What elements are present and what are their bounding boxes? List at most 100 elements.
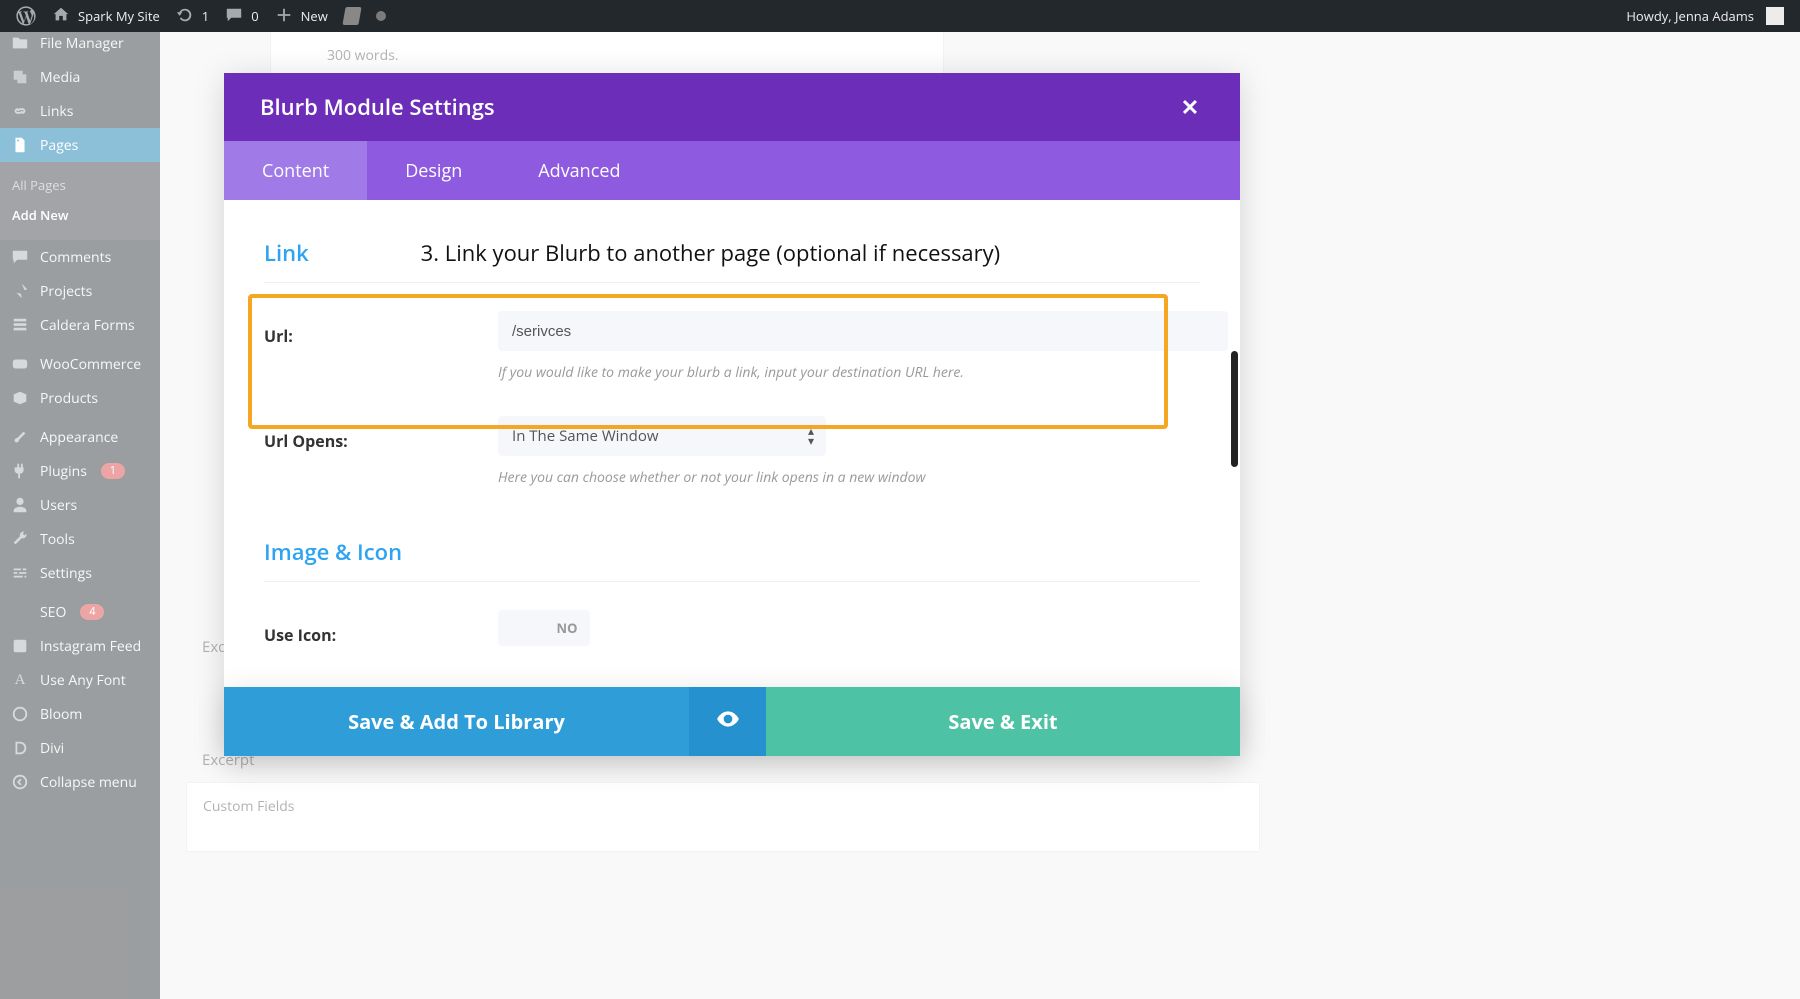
label-url-opens: Url Opens: bbox=[264, 416, 498, 452]
site-name-link[interactable]: Spark My Site bbox=[44, 0, 168, 32]
save-add-library-button[interactable]: Save & Add To Library bbox=[224, 687, 689, 756]
sidebar-item-seo[interactable]: SEO 4 bbox=[0, 595, 160, 629]
yoast-icon bbox=[10, 602, 30, 622]
sidebar-item-pages[interactable]: Pages bbox=[0, 128, 160, 162]
modal-scroll: Link 3. Link your Blurb to another page … bbox=[224, 200, 1240, 756]
sidebar-sub-all-pages[interactable]: All Pages bbox=[12, 170, 160, 200]
label-url: Url: bbox=[264, 311, 498, 347]
sidebar-item-label: SEO bbox=[40, 603, 66, 622]
sidebar-item-label: Media bbox=[40, 68, 80, 87]
sidebar-submenu-pages: All Pages Add New bbox=[0, 162, 160, 240]
home-icon bbox=[52, 6, 72, 26]
url-help: If you would like to make your blurb a l… bbox=[498, 363, 1200, 382]
user-icon bbox=[10, 495, 30, 515]
sidebar-sub-add-new[interactable]: Add New bbox=[12, 200, 160, 230]
sidebar-item-label: Tools bbox=[40, 530, 75, 549]
close-icon: ✕ bbox=[1181, 92, 1199, 122]
modal-title: Blurb Module Settings bbox=[260, 92, 495, 122]
comments-count: 0 bbox=[251, 7, 258, 25]
sidebar-item-settings[interactable]: Settings bbox=[0, 556, 160, 590]
sidebar-item-media[interactable]: Media bbox=[0, 60, 160, 94]
blurb-settings-modal: Blurb Module Settings ✕ Content Design A… bbox=[224, 73, 1240, 756]
tab-design[interactable]: Design bbox=[367, 141, 500, 200]
divider bbox=[264, 282, 1200, 283]
sidebar-item-instagram[interactable]: Instagram Feed bbox=[0, 629, 160, 663]
sidebar-item-woocommerce[interactable]: WooCommerce bbox=[0, 347, 160, 381]
sidebar-item-products[interactable]: Products bbox=[0, 381, 160, 415]
sidebar-item-plugins[interactable]: Plugins 1 bbox=[0, 454, 160, 488]
bloom-icon bbox=[10, 704, 30, 724]
tab-label: Content bbox=[262, 159, 329, 183]
modal-tabs: Content Design Advanced bbox=[224, 141, 1240, 200]
comment-icon bbox=[10, 247, 30, 267]
wp-admin-menu: File Manager Media Links Pages All Pages… bbox=[0, 32, 160, 999]
sidebar-item-label: Comments bbox=[40, 248, 111, 267]
site-name: Spark My Site bbox=[78, 7, 160, 25]
sidebar-item-label: Links bbox=[40, 102, 73, 121]
save-exit-button[interactable]: Save & Exit bbox=[766, 687, 1240, 756]
extra-adminbar-dot[interactable] bbox=[368, 0, 394, 32]
sidebar-item-bloom[interactable]: Bloom bbox=[0, 697, 160, 731]
tab-advanced[interactable]: Advanced bbox=[500, 141, 658, 200]
status-dot-icon bbox=[376, 11, 386, 21]
updates-link[interactable]: 1 bbox=[168, 0, 217, 32]
section-image-icon-title: Image & Icon bbox=[264, 537, 1200, 567]
sidebar-item-label: Pages bbox=[40, 136, 78, 155]
sidebar-item-comments[interactable]: Comments bbox=[0, 240, 160, 274]
sidebar-item-collapse[interactable]: Collapse menu bbox=[0, 765, 160, 799]
sidebar-sub-label: All Pages bbox=[12, 176, 66, 194]
comments-link[interactable]: 0 bbox=[217, 0, 266, 32]
refresh-icon bbox=[176, 6, 196, 26]
step-hint: 3. Link your Blurb to another page (opti… bbox=[421, 238, 1001, 268]
url-opens-value: In The Same Window bbox=[512, 426, 659, 446]
close-button[interactable]: ✕ bbox=[1176, 93, 1204, 121]
sidebar-item-label: Use Any Font bbox=[40, 671, 126, 690]
sidebar-item-useanyfont[interactable]: A Use Any Font bbox=[0, 663, 160, 697]
sidebar-item-divi[interactable]: Divi bbox=[0, 731, 160, 765]
seo-badge: 4 bbox=[80, 604, 104, 620]
sidebar-item-tools[interactable]: Tools bbox=[0, 522, 160, 556]
url-opens-select[interactable]: In The Same Window ▴▾ bbox=[498, 416, 826, 456]
sidebar-item-projects[interactable]: Projects bbox=[0, 274, 160, 308]
section-link-title: Link bbox=[264, 238, 309, 268]
sidebar-item-label: File Manager bbox=[40, 34, 124, 53]
sidebar-item-label: Divi bbox=[40, 739, 64, 758]
modal-footer: Save & Add To Library Save & Exit bbox=[224, 687, 1240, 756]
sidebar-item-links[interactable]: Links bbox=[0, 94, 160, 128]
scrollbar-thumb[interactable] bbox=[1231, 351, 1238, 467]
woo-icon bbox=[10, 354, 30, 374]
account-link[interactable]: Howdy, Jenna Adams bbox=[1618, 0, 1792, 32]
pages-icon bbox=[10, 135, 30, 155]
wp-logo[interactable] bbox=[8, 0, 44, 32]
tab-content[interactable]: Content bbox=[224, 141, 367, 200]
row-use-icon: Use Icon: NO bbox=[264, 610, 1200, 646]
tab-label: Advanced bbox=[538, 159, 620, 183]
new-link[interactable]: New bbox=[267, 0, 336, 32]
sliders-icon bbox=[10, 563, 30, 583]
sidebar-item-appearance[interactable]: Appearance bbox=[0, 420, 160, 454]
link-icon bbox=[10, 101, 30, 121]
image-icon bbox=[10, 636, 30, 656]
preview-button[interactable] bbox=[689, 687, 766, 756]
toggle-yes bbox=[498, 610, 544, 646]
wrench-icon bbox=[10, 529, 30, 549]
url-input[interactable] bbox=[498, 311, 1228, 351]
sidebar-item-caldera[interactable]: Caldera Forms bbox=[0, 308, 160, 342]
divider bbox=[264, 581, 1200, 582]
yoast-words: 300 words. bbox=[287, 46, 927, 65]
sidebar-item-users[interactable]: Users bbox=[0, 488, 160, 522]
greeting-text: Howdy, Jenna Adams bbox=[1626, 7, 1754, 25]
updates-count: 1 bbox=[202, 7, 209, 25]
yoast-adminbar[interactable] bbox=[336, 0, 368, 32]
media-icon bbox=[10, 67, 30, 87]
yoast-icon bbox=[342, 7, 361, 25]
box-icon bbox=[10, 388, 30, 408]
form-icon bbox=[10, 315, 30, 335]
chevron-updown-icon: ▴▾ bbox=[808, 425, 814, 447]
use-icon-toggle[interactable]: NO bbox=[498, 610, 590, 646]
plugins-badge: 1 bbox=[101, 463, 125, 479]
tab-label: Design bbox=[405, 159, 462, 183]
button-label: Save & Exit bbox=[948, 708, 1057, 735]
url-opens-help: Here you can choose whether or not your … bbox=[498, 468, 1200, 487]
avatar bbox=[1766, 7, 1784, 25]
